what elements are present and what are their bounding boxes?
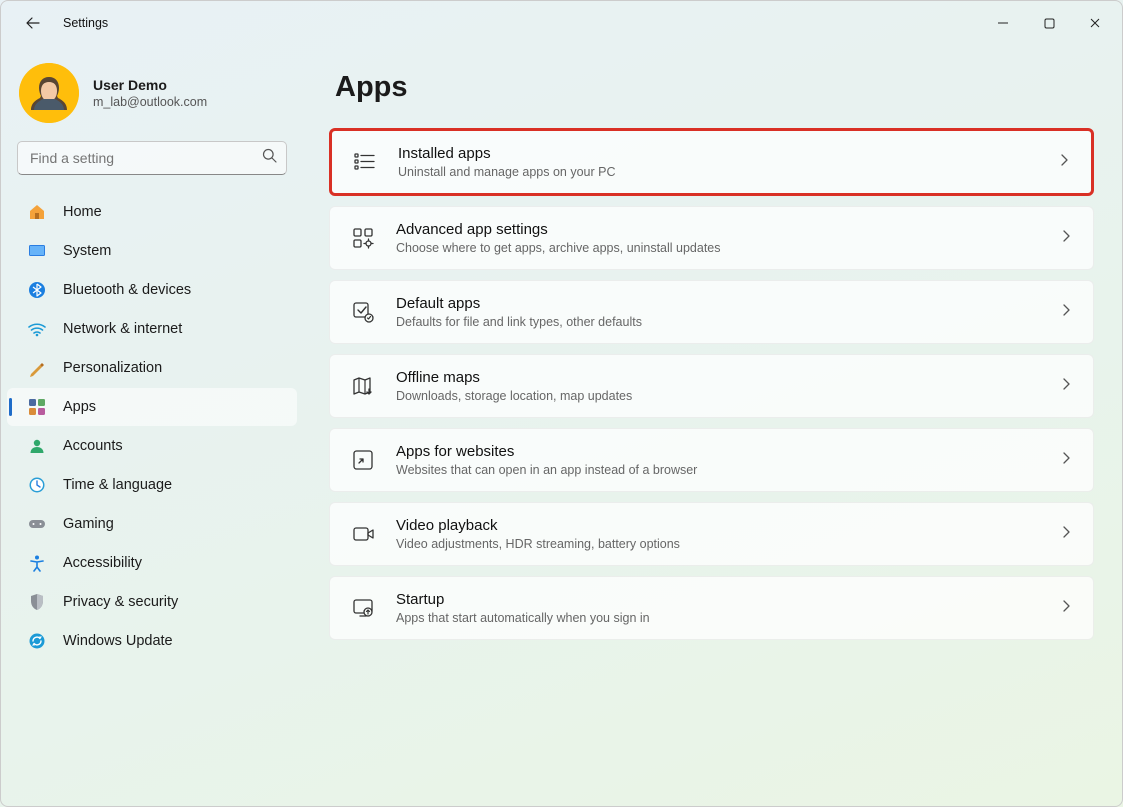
sidebar-item-privacy[interactable]: Privacy & security <box>7 583 297 621</box>
card-title: Video playback <box>396 517 1059 534</box>
avatar <box>19 63 79 123</box>
accounts-icon <box>27 436 47 456</box>
card-subtitle: Choose where to get apps, archive apps, … <box>396 241 1059 255</box>
card-installed-apps[interactable]: Installed apps Uninstall and manage apps… <box>329 128 1094 196</box>
card-video-playback[interactable]: Video playback Video adjustments, HDR st… <box>329 502 1094 566</box>
installed-apps-icon <box>352 149 378 175</box>
card-subtitle: Defaults for file and link types, other … <box>396 315 1059 329</box>
sidebar-item-system[interactable]: System <box>7 232 297 270</box>
card-subtitle: Downloads, storage location, map updates <box>396 389 1059 403</box>
chevron-right-icon <box>1059 229 1073 248</box>
home-icon <box>27 202 47 222</box>
advanced-settings-icon <box>350 225 376 251</box>
nav-list: Home System Bluetooth & devices Network … <box>7 193 297 660</box>
maximize-icon <box>1044 18 1055 29</box>
chevron-right-icon <box>1059 303 1073 322</box>
chevron-right-icon <box>1059 599 1073 618</box>
arrow-left-icon <box>25 15 41 31</box>
card-subtitle: Uninstall and manage apps on your PC <box>398 165 1057 179</box>
card-title: Startup <box>396 591 1059 608</box>
sidebar-item-gaming[interactable]: Gaming <box>7 505 297 543</box>
card-title: Installed apps <box>398 145 1057 162</box>
sidebar-item-accessibility[interactable]: Accessibility <box>7 544 297 582</box>
search-input[interactable] <box>17 141 287 175</box>
card-title: Default apps <box>396 295 1059 312</box>
chevron-right-icon <box>1059 377 1073 396</box>
apps-for-websites-icon <box>350 447 376 473</box>
sidebar-item-time[interactable]: Time & language <box>7 466 297 504</box>
sidebar-item-label: Personalization <box>63 360 162 376</box>
sidebar-item-personalization[interactable]: Personalization <box>7 349 297 387</box>
minimize-icon <box>997 17 1009 29</box>
card-startup[interactable]: Startup Apps that start automatically wh… <box>329 576 1094 640</box>
card-apps-for-websites[interactable]: Apps for websites Websites that can open… <box>329 428 1094 492</box>
card-subtitle: Video adjustments, HDR streaming, batter… <box>396 537 1059 551</box>
default-apps-icon <box>350 299 376 325</box>
close-button[interactable] <box>1072 7 1118 39</box>
sidebar-item-label: Bluetooth & devices <box>63 282 191 298</box>
card-advanced-app-settings[interactable]: Advanced app settings Choose where to ge… <box>329 206 1094 270</box>
card-title: Offline maps <box>396 369 1059 386</box>
card-title: Advanced app settings <box>396 221 1059 238</box>
user-email: m_lab@outlook.com <box>93 95 207 109</box>
network-icon <box>27 319 47 339</box>
main-content: Apps Installed apps Uninstall and manage… <box>309 45 1122 806</box>
time-icon <box>27 475 47 495</box>
sidebar-item-label: System <box>63 243 111 259</box>
sidebar-item-label: Apps <box>63 399 96 415</box>
avatar-icon <box>19 63 79 123</box>
personalization-icon <box>27 358 47 378</box>
chevron-right-icon <box>1059 451 1073 470</box>
sidebar-item-label: Home <box>63 204 102 220</box>
sidebar-item-label: Windows Update <box>63 633 173 649</box>
card-offline-maps[interactable]: Offline maps Downloads, storage location… <box>329 354 1094 418</box>
sidebar-item-update[interactable]: Windows Update <box>7 622 297 660</box>
card-subtitle: Websites that can open in an app instead… <box>396 463 1059 477</box>
sidebar-item-label: Accounts <box>63 438 123 454</box>
card-default-apps[interactable]: Default apps Defaults for file and link … <box>329 280 1094 344</box>
titlebar: Settings <box>1 1 1122 45</box>
search-wrap <box>17 141 287 175</box>
card-title: Apps for websites <box>396 443 1059 460</box>
privacy-icon <box>27 592 47 612</box>
sidebar-item-label: Accessibility <box>63 555 142 571</box>
offline-maps-icon <box>350 373 376 399</box>
chevron-right-icon <box>1059 525 1073 544</box>
sidebar-item-bluetooth[interactable]: Bluetooth & devices <box>7 271 297 309</box>
apps-icon <box>27 397 47 417</box>
update-icon <box>27 631 47 651</box>
minimize-button[interactable] <box>980 7 1026 39</box>
sidebar-item-label: Privacy & security <box>63 594 178 610</box>
window-title: Settings <box>63 16 108 30</box>
accessibility-icon <box>27 553 47 573</box>
sidebar-item-network[interactable]: Network & internet <box>7 310 297 348</box>
sidebar-item-accounts[interactable]: Accounts <box>7 427 297 465</box>
startup-icon <box>350 595 376 621</box>
search-icon <box>262 148 277 168</box>
system-icon <box>27 241 47 261</box>
gaming-icon <box>27 514 47 534</box>
maximize-button[interactable] <box>1026 7 1072 39</box>
card-subtitle: Apps that start automatically when you s… <box>396 611 1059 625</box>
sidebar: User Demo m_lab@outlook.com Home System … <box>1 45 309 806</box>
sidebar-item-label: Gaming <box>63 516 114 532</box>
user-name: User Demo <box>93 77 207 93</box>
sidebar-item-label: Time & language <box>63 477 172 493</box>
page-title: Apps <box>335 71 1094 104</box>
sidebar-item-label: Network & internet <box>63 321 182 337</box>
user-block[interactable]: User Demo m_lab@outlook.com <box>7 57 297 129</box>
sidebar-item-home[interactable]: Home <box>7 193 297 231</box>
bluetooth-icon <box>27 280 47 300</box>
close-icon <box>1089 17 1101 29</box>
video-playback-icon <box>350 521 376 547</box>
sidebar-item-apps[interactable]: Apps <box>7 388 297 426</box>
chevron-right-icon <box>1057 153 1071 172</box>
back-button[interactable] <box>17 7 49 39</box>
